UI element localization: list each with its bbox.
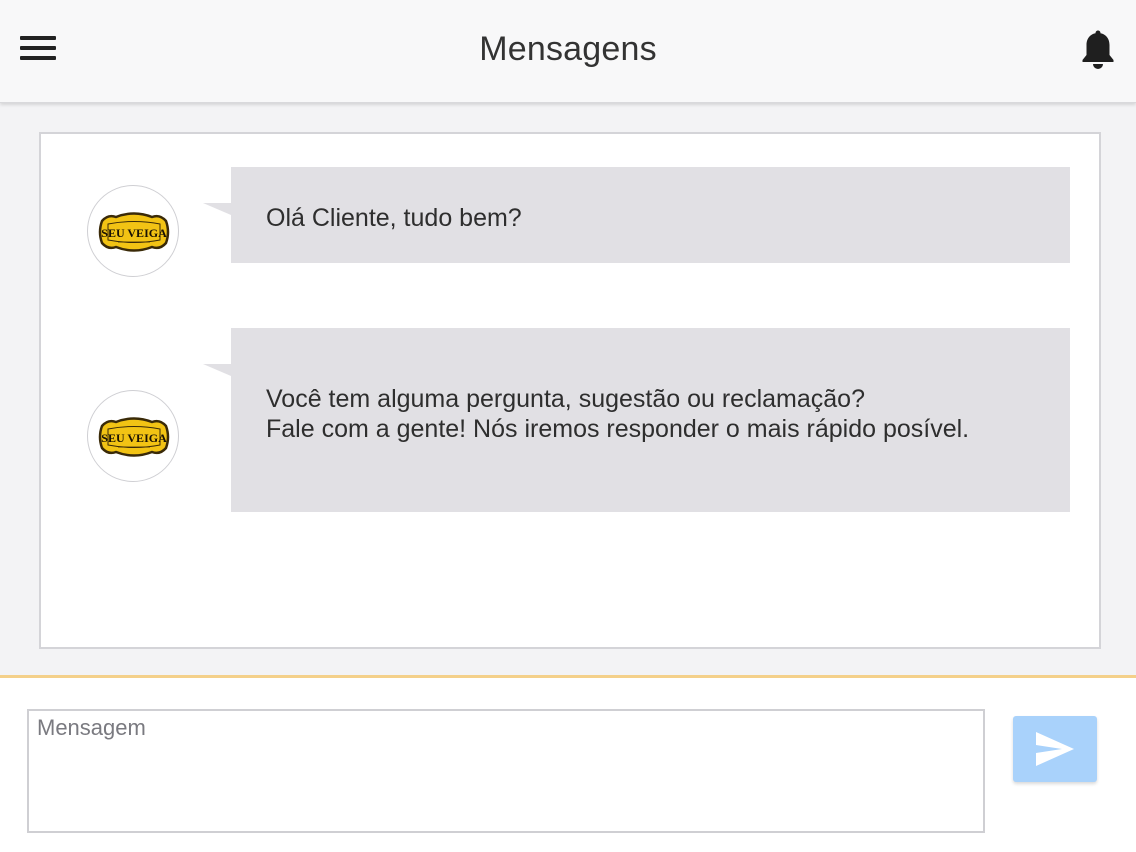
message-bubble: Olá Cliente, tudo bem? bbox=[203, 167, 1070, 263]
app-root: Mensagens SEU VEIGA Olá Cliente, tudo be… bbox=[0, 0, 1136, 852]
seu-veiga-logo-icon: SEU VEIGA bbox=[98, 417, 170, 457]
sender-avatar: SEU VEIGA bbox=[87, 390, 179, 482]
message-bubble: Você tem alguma pergunta, sugestão ou re… bbox=[203, 328, 1070, 512]
bell-icon[interactable] bbox=[1080, 30, 1116, 70]
page-title: Mensagens bbox=[479, 30, 657, 68]
message-text-line: Fale com a gente! Nós iremos responder o… bbox=[266, 415, 970, 443]
svg-text:SEU VEIGA: SEU VEIGA bbox=[101, 226, 167, 240]
compose-bar bbox=[0, 675, 1136, 852]
send-arrow-icon bbox=[1036, 732, 1074, 766]
sender-avatar: SEU VEIGA bbox=[87, 185, 179, 277]
message-text: Olá Cliente, tudo bem? bbox=[266, 204, 522, 232]
svg-text:SEU VEIGA: SEU VEIGA bbox=[101, 431, 167, 445]
top-app-bar: Mensagens bbox=[0, 0, 1136, 103]
seu-veiga-logo-icon: SEU VEIGA bbox=[98, 212, 170, 252]
message-input[interactable] bbox=[27, 709, 985, 833]
message-text-line: Você tem alguma pergunta, sugestão ou re… bbox=[266, 385, 865, 413]
send-button[interactable] bbox=[1013, 716, 1097, 782]
message-item: SEU VEIGA Você tem alguma pergunta, suge… bbox=[41, 328, 1099, 512]
message-item: SEU VEIGA Olá Cliente, tudo bem? bbox=[41, 167, 1099, 277]
messages-panel: SEU VEIGA Olá Cliente, tudo bem? SEU VEI… bbox=[39, 132, 1101, 649]
